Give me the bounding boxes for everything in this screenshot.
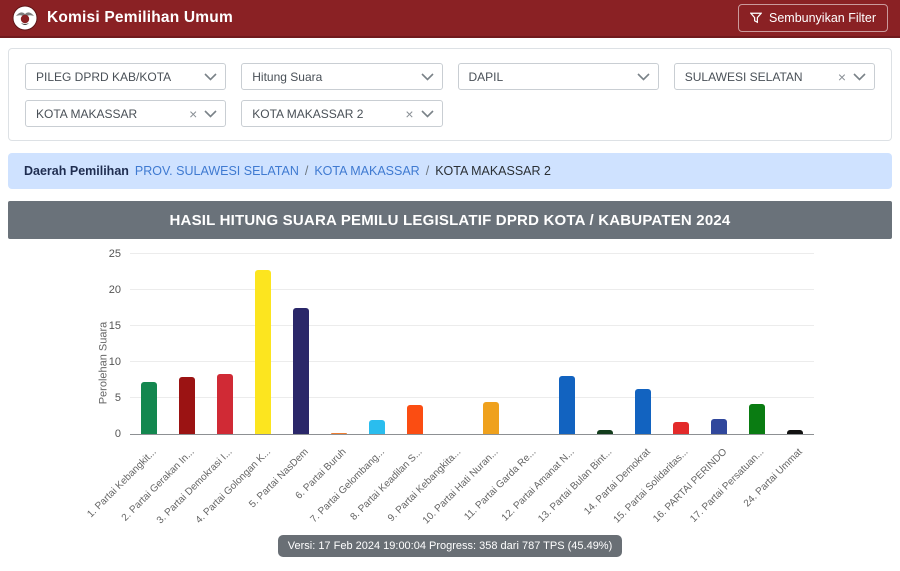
bar-1[interactable] [141, 382, 157, 434]
y-tick-label: 5 [114, 392, 121, 404]
bar-5[interactable] [293, 308, 309, 434]
bar-2[interactable] [179, 377, 195, 434]
chart-title-bar: HASIL HITUNG SUARA PEMILU LEGISLATIF DPR… [8, 201, 892, 239]
bar-cell [168, 255, 206, 434]
bar-18[interactable] [787, 430, 803, 434]
plot-area: 0 5 10 15 20 25 [109, 248, 814, 440]
bar-cell [548, 255, 586, 434]
bar-cell [472, 255, 510, 434]
x-axis-labels: 1. Partai Kebangkit... 2. Partai Gerakan … [85, 435, 814, 531]
gridline [130, 253, 814, 254]
y-tick-label: 20 [108, 284, 121, 296]
breadcrumb: Daerah Pemilihan PROV. SULAWESI SELATAN … [8, 153, 892, 189]
bar-7[interactable] [369, 419, 385, 434]
bar-14[interactable] [635, 389, 651, 434]
bar-6[interactable] [331, 432, 347, 434]
bar-cell [510, 255, 548, 434]
filter-funnel-icon [749, 12, 763, 24]
filter-provinsi-select[interactable]: SULAWESI SELATAN × [673, 63, 875, 90]
x-tick-label: 24. Partai Ummat [742, 446, 805, 510]
bar-15[interactable] [673, 421, 689, 434]
breadcrumb-separator: / [304, 164, 309, 178]
breadcrumb-link-kabkota[interactable]: KOTA MAKASSAR [314, 164, 419, 178]
bar-cell [358, 255, 396, 434]
chevron-down-icon [420, 109, 434, 118]
y-tick-label: 15 [108, 320, 121, 332]
bar-cell [662, 255, 700, 434]
y-tick-label: 25 [108, 248, 121, 260]
hide-filter-button[interactable]: Sembunyikan Filter [738, 4, 888, 32]
bar-17[interactable] [749, 404, 765, 434]
breadcrumb-label: Daerah Pemilihan [24, 164, 129, 178]
bar-chart: Perolehan Suara 0 5 10 15 20 25 1. Partai Keb… [0, 239, 900, 531]
chevron-down-icon [420, 72, 434, 81]
filter-tampilan-select[interactable]: Hitung Suara [241, 63, 443, 90]
bar-13[interactable] [597, 429, 613, 434]
chevron-down-icon [204, 109, 217, 118]
filter-dapil-detail-select[interactable]: KOTA MAKASSAR 2 × [241, 100, 443, 127]
bar-cell [738, 255, 776, 434]
bar-cell [776, 255, 814, 434]
bar-cell [434, 255, 472, 434]
bar-cell [282, 255, 320, 434]
bar-12[interactable] [559, 375, 575, 434]
chart-title: HASIL HITUNG SUARA PEMILU LEGISLATIF DPR… [169, 211, 731, 229]
bar-10[interactable] [483, 402, 499, 434]
filter-dapil-select[interactable]: DAPIL [457, 63, 659, 90]
breadcrumb-separator: / [425, 164, 430, 178]
chevron-down-icon [637, 72, 650, 81]
app-title: Komisi Pemilihan Umum [47, 9, 233, 26]
bar-cell [244, 255, 282, 434]
y-tick-label: 10 [108, 356, 121, 368]
brand: Komisi Pemilihan Umum [12, 5, 233, 31]
breadcrumb-link-provinsi[interactable]: PROV. SULAWESI SELATAN [135, 164, 299, 178]
breadcrumb-current: KOTA MAKASSAR 2 [435, 164, 551, 178]
bar-cell [130, 255, 168, 434]
clear-icon[interactable]: × [838, 70, 846, 84]
bar-cell [700, 255, 738, 434]
filter-jenis-pemilihan-select[interactable]: PILEG DPRD KAB/KOTA [25, 63, 227, 90]
chevron-down-icon [204, 72, 217, 81]
bar-cell [320, 255, 358, 434]
clear-icon[interactable]: × [405, 107, 413, 121]
bar-16[interactable] [711, 418, 727, 434]
bar-3[interactable] [217, 374, 233, 434]
bar-cell [396, 255, 434, 434]
app-header: Komisi Pemilihan Umum Sembunyikan Filter [0, 0, 900, 38]
bar-cell [624, 255, 662, 434]
bar-8[interactable] [407, 405, 423, 434]
version-progress-badge: Versi: 17 Feb 2024 19:00:04 Progress: 35… [277, 535, 623, 557]
clear-icon[interactable]: × [189, 107, 197, 121]
chevron-down-icon [853, 72, 866, 81]
y-axis-label: Perolehan Suara [97, 321, 110, 405]
filter-panel: PILEG DPRD KAB/KOTA Hitung Suara DAPIL S… [8, 48, 892, 141]
kpu-logo-icon [12, 5, 38, 31]
y-tick-label: 0 [114, 428, 121, 440]
bar-cell [206, 255, 244, 434]
bar-cell [586, 255, 624, 434]
bar-4[interactable] [255, 269, 271, 434]
bars-row [130, 255, 814, 434]
filter-kabkota-select[interactable]: KOTA MAKASSAR × [25, 100, 227, 127]
